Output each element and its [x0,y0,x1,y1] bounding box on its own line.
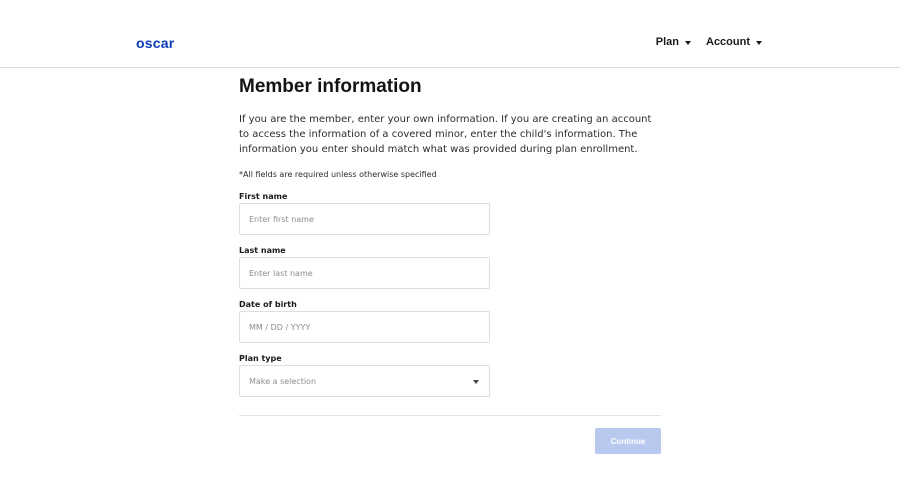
date-of-birth-input[interactable] [239,311,490,343]
intro-text: If you are the member, enter your own in… [239,114,652,155]
site-header: oscar Plan Account [0,0,900,68]
plan-type-label: Plan type [239,354,282,363]
first-name-label: First name [239,192,288,201]
top-nav: Plan Account [656,35,762,49]
chevron-down-icon [685,40,691,45]
page-title: Member information [239,76,422,97]
oscar-logo[interactable]: oscar [136,35,174,51]
continue-button[interactable]: Continue [595,428,661,454]
nav-plan-menu[interactable]: Plan [656,35,691,49]
nav-plan-label: Plan [655,36,679,48]
last-name-input[interactable] [239,257,490,289]
form-divider [239,415,661,416]
plan-type-select[interactable]: Make a selection [239,365,490,397]
plan-type-selected-value: Make a selection [249,376,317,386]
chevron-down-icon [756,40,762,45]
member-info-form: Member information If you are the member… [239,74,661,454]
nav-account-label: Account [706,36,750,48]
nav-account-menu[interactable]: Account [706,35,762,49]
last-name-label: Last name [239,246,286,255]
first-name-input[interactable] [239,203,490,235]
chevron-down-icon [473,379,479,384]
date-of-birth-label: Date of birth [239,300,297,309]
required-fields-note: *All fields are required unless otherwis… [239,170,437,179]
